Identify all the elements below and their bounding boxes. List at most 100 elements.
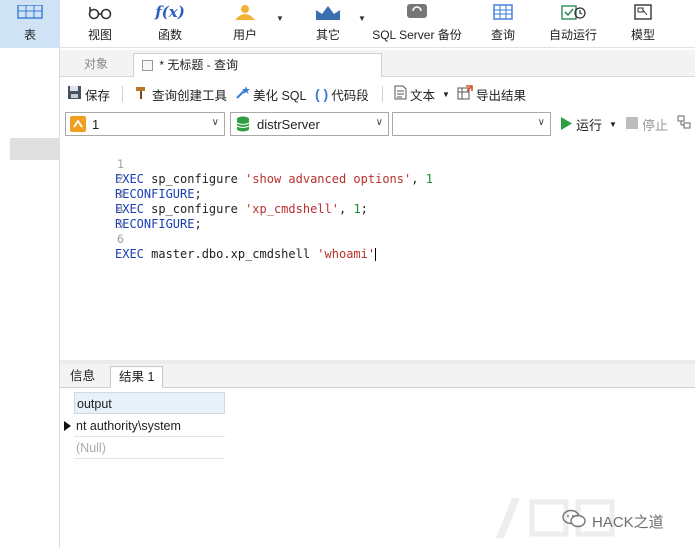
tab-bar: 对象 * 无标题 - 查询 bbox=[60, 50, 695, 77]
snippet-icon: ( ) bbox=[315, 86, 329, 102]
toolbar-divider bbox=[382, 86, 383, 102]
ribbon-backup[interactable]: SQL Server 备份 bbox=[364, 0, 470, 48]
export-results-label: 导出结果 bbox=[476, 88, 527, 103]
save-label: 保存 bbox=[85, 88, 111, 103]
code-token: RECONFIGURE bbox=[115, 217, 195, 231]
tab-query[interactable]: * 无标题 - 查询 bbox=[133, 53, 382, 77]
beautify-sql-button[interactable]: 美化 SQL bbox=[235, 84, 307, 104]
code-line: 4 RECONFIGURE; bbox=[60, 187, 202, 231]
stop-label: 停止 bbox=[642, 118, 669, 133]
connection-select[interactable]: 1 ∨ bbox=[65, 112, 225, 136]
user-icon bbox=[231, 2, 259, 22]
tab-query-label: * 无标题 - 查询 bbox=[159, 58, 239, 72]
hammer-icon bbox=[134, 85, 149, 103]
text-mode-label: 文本 bbox=[410, 88, 436, 103]
code-line: 5 bbox=[60, 202, 124, 231]
ribbon-table[interactable]: 表 bbox=[0, 0, 60, 48]
query-icon bbox=[492, 2, 514, 22]
chevron-down-icon: ∨ bbox=[537, 117, 545, 128]
save-icon bbox=[67, 85, 82, 103]
chevron-down-icon[interactable]: ▼ bbox=[442, 90, 450, 99]
ribbon-query[interactable]: 查询 bbox=[476, 0, 530, 48]
ribbon-other[interactable]: 其它 ▼ bbox=[296, 0, 366, 48]
automation-icon bbox=[559, 2, 587, 22]
chevron-down-icon[interactable]: ▼ bbox=[609, 120, 617, 129]
wechat-icon bbox=[562, 509, 586, 533]
explain-button[interactable] bbox=[677, 115, 691, 132]
code-token: sp_configure bbox=[143, 172, 246, 186]
line-number: 1 bbox=[116, 157, 124, 171]
code-token: 'show advanced options' bbox=[245, 172, 412, 186]
export-icon bbox=[457, 85, 473, 103]
model-icon bbox=[632, 2, 654, 22]
schema-select[interactable]: ∨ bbox=[392, 112, 551, 136]
code-line: 3 EXEC sp_configure 'xp_cmdshell', 1; bbox=[60, 172, 368, 216]
left-panel bbox=[0, 48, 60, 548]
tab-result-1[interactable]: 结果 1 bbox=[110, 366, 164, 388]
code-token: RECONFIGURE bbox=[115, 187, 195, 201]
ribbon-model[interactable]: 模型 bbox=[616, 0, 670, 48]
toolbar-divider bbox=[122, 86, 123, 102]
code-token: , bbox=[338, 202, 354, 216]
code-snippet-button[interactable]: ( ) 代码段 bbox=[315, 84, 369, 104]
code-line: 6 EXEC master.dbo.xp_cmdshell 'whoami' bbox=[60, 217, 377, 261]
ribbon-function[interactable]: f(x) 函数 bbox=[138, 0, 202, 48]
query-builder-button[interactable]: 查询创建工具 bbox=[134, 84, 227, 104]
run-button[interactable]: 运行 ▼ bbox=[560, 115, 617, 134]
chevron-down-icon: ∨ bbox=[211, 117, 219, 128]
ribbon-user[interactable]: 用户 ▼ bbox=[212, 0, 284, 48]
beautify-sql-label: 美化 SQL bbox=[253, 88, 307, 103]
watermark: HACK之道 bbox=[562, 509, 664, 533]
save-button[interactable]: 保存 bbox=[67, 84, 110, 104]
chevron-down-icon[interactable]: ▼ bbox=[276, 14, 284, 23]
export-results-button[interactable]: 导出结果 bbox=[457, 84, 526, 104]
ribbon-label: 其它 bbox=[315, 28, 340, 42]
ribbon-label: 用户 bbox=[232, 28, 257, 42]
table-row[interactable]: (Null) bbox=[74, 437, 225, 459]
ribbon-label: 视图 bbox=[87, 28, 112, 42]
query-builder-label: 查询创建工具 bbox=[152, 88, 228, 103]
tab-messages[interactable]: 信息 bbox=[62, 366, 103, 388]
table-row[interactable]: nt authority\system bbox=[74, 415, 225, 437]
code-token: sp_configure bbox=[143, 202, 246, 216]
tab-objects[interactable]: 对象 bbox=[76, 53, 116, 77]
ribbon-label: 模型 bbox=[630, 28, 655, 42]
database-value: distrServer bbox=[257, 116, 320, 132]
backup-icon bbox=[405, 2, 429, 22]
watermark-text: HACK之道 bbox=[592, 513, 664, 531]
current-row-marker-icon bbox=[62, 415, 72, 437]
text-cursor bbox=[375, 248, 377, 261]
line-number: 3 bbox=[116, 187, 124, 201]
code-snippet-label: 代码段 bbox=[331, 88, 369, 103]
magic-wand-icon bbox=[235, 85, 250, 103]
stop-button[interactable]: 停止 bbox=[626, 115, 668, 134]
result-tabs: 信息 结果 1 bbox=[60, 364, 695, 388]
connection-icon bbox=[70, 116, 86, 132]
column-header-output[interactable]: output bbox=[74, 392, 225, 414]
ribbon-view[interactable]: 视图 bbox=[68, 0, 132, 48]
code-token: 1 bbox=[353, 202, 361, 216]
code-token: EXEC bbox=[115, 247, 144, 261]
code-token: ; bbox=[194, 187, 202, 201]
code-token: 1 bbox=[425, 172, 433, 186]
ribbon-automation[interactable]: 自动运行 bbox=[540, 0, 606, 48]
text-mode-button[interactable]: 文本 ▼ bbox=[394, 84, 450, 104]
connection-selector-row: 1 ∨ distrServer ∨ ∨ 运行 ▼ 停止 bbox=[60, 112, 695, 138]
function-icon: f(x) bbox=[155, 3, 185, 21]
explain-icon bbox=[677, 115, 691, 132]
other-icon bbox=[314, 2, 342, 22]
line-number: 4 bbox=[116, 202, 124, 216]
database-select[interactable]: distrServer ∨ bbox=[230, 112, 389, 136]
table-icon bbox=[17, 2, 43, 22]
stop-icon bbox=[626, 117, 638, 132]
code-token: 'whoami' bbox=[317, 247, 376, 261]
code-token: , bbox=[411, 172, 426, 186]
line-number: 2 bbox=[116, 172, 124, 186]
ribbon-label: 表 bbox=[23, 28, 36, 42]
ribbon-label: 自动运行 bbox=[548, 28, 597, 42]
left-panel-selection[interactable] bbox=[10, 138, 60, 160]
ribbon-label: 函数 bbox=[157, 28, 182, 42]
sql-editor[interactable]: 1 EXEC sp_configure 'show advanced optio… bbox=[60, 140, 695, 362]
code-line: 2 RECONFIGURE; bbox=[60, 157, 202, 201]
view-icon bbox=[85, 2, 115, 22]
